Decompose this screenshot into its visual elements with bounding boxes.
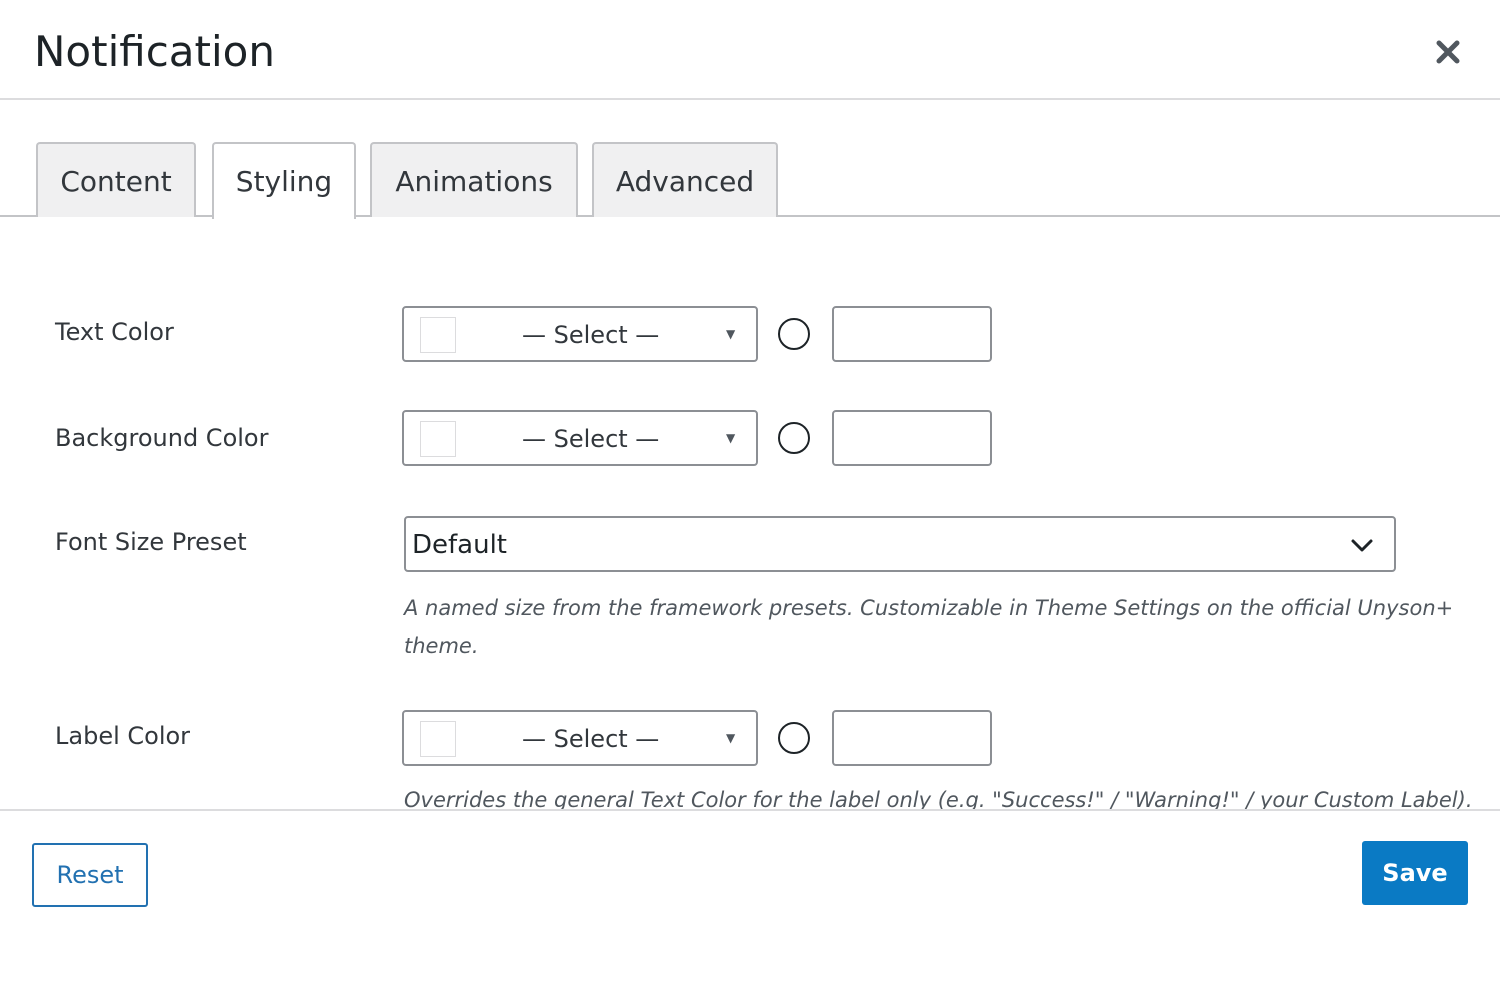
font-size-preset-label: Font Size Preset — [55, 528, 247, 556]
save-button[interactable]: Save — [1362, 841, 1468, 905]
font-size-preset-select[interactable]: Default — [404, 516, 1396, 572]
label-color-swatch — [420, 721, 456, 757]
font-size-preset-value: Default — [412, 530, 507, 560]
text-color-hex-input[interactable] — [832, 306, 992, 362]
label-color-select-text: — Select — — [522, 725, 660, 753]
tab-advanced-label: Advanced — [615, 165, 755, 198]
reset-button[interactable]: Reset — [32, 843, 148, 907]
background-color-radio[interactable] — [778, 422, 810, 454]
tab-styling-label: Styling — [235, 165, 333, 198]
background-color-label: Background Color — [55, 424, 269, 452]
modal-footer: Reset Save — [0, 809, 1500, 1000]
label-color-select[interactable]: — Select — ▼ — [402, 710, 758, 766]
text-color-radio[interactable] — [778, 318, 810, 350]
background-color-swatch — [420, 421, 456, 457]
notification-modal: Notification Content Styling Animations … — [0, 0, 1500, 1000]
tab-styling[interactable]: Styling — [212, 142, 356, 219]
tab-animations-label: Animations — [395, 165, 553, 198]
background-color-select[interactable]: — Select — ▼ — [402, 410, 758, 466]
tab-content-label: Content — [60, 165, 172, 198]
modal-header: Notification — [0, 0, 1500, 100]
close-button[interactable] — [1424, 28, 1472, 76]
text-color-label: Text Color — [55, 318, 174, 346]
label-color-radio[interactable] — [778, 722, 810, 754]
styling-panel: Text Color — Select — ▼ Background Color… — [0, 217, 1500, 809]
caret-down-icon: ▼ — [726, 327, 736, 341]
text-color-select[interactable]: — Select — ▼ — [402, 306, 758, 362]
tab-bar: Content Styling Animations Advanced — [0, 142, 1500, 219]
font-size-preset-help: A named size from the framework presets.… — [404, 596, 1454, 658]
background-color-select-text: — Select — — [522, 425, 660, 453]
text-color-select-text: — Select — — [522, 321, 660, 349]
background-color-hex-input[interactable] — [832, 410, 992, 466]
caret-down-icon: ▼ — [726, 731, 736, 745]
label-color-hex-input[interactable] — [832, 710, 992, 766]
caret-down-icon: ▼ — [726, 431, 736, 445]
tab-content[interactable]: Content — [36, 142, 196, 217]
close-icon — [1436, 40, 1460, 64]
text-color-swatch — [420, 317, 456, 353]
tab-advanced[interactable]: Advanced — [592, 142, 778, 217]
label-color-help: Overrides the general Text Color for the… — [404, 788, 1473, 809]
label-color-label: Label Color — [55, 722, 191, 750]
modal-title: Notification — [34, 27, 275, 76]
tab-animations[interactable]: Animations — [370, 142, 578, 217]
chevron-down-icon — [1351, 539, 1373, 552]
